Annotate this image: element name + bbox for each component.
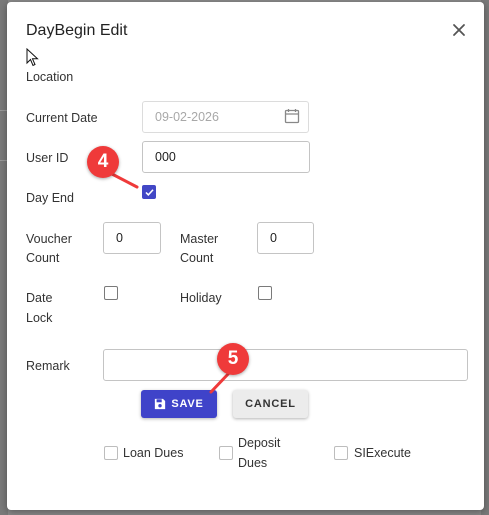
- checkmark-icon: [144, 188, 154, 196]
- cancel-button[interactable]: CANCEL: [233, 390, 308, 418]
- remark-label: Remark: [26, 359, 70, 373]
- close-icon[interactable]: [451, 22, 467, 38]
- date-lock-checkbox[interactable]: [104, 286, 118, 300]
- voucher-count-label-line1: Voucher: [26, 232, 72, 246]
- save-icon: [155, 398, 166, 410]
- deposit-dues-checkbox[interactable]: [219, 446, 233, 460]
- current-date-label: Current Date: [26, 111, 98, 125]
- holiday-label: Holiday: [180, 291, 222, 305]
- deposit-dues-label-line2: Dues: [238, 456, 268, 470]
- holiday-checkbox[interactable]: [258, 286, 272, 300]
- step-5-badge: 5: [217, 343, 249, 375]
- step-4-badge: 4: [87, 146, 119, 178]
- calendar-icon[interactable]: [284, 108, 300, 124]
- siexecute-checkbox[interactable]: [334, 446, 348, 460]
- master-count-label-line1: Master: [180, 232, 219, 246]
- deposit-dues-label-line1: Deposit: [238, 436, 281, 450]
- voucher-count-label-line2: Count: [26, 251, 60, 265]
- day-end-checkbox[interactable]: [142, 185, 156, 199]
- master-count-label-line2: Count: [180, 251, 214, 265]
- day-end-label: Day End: [26, 191, 74, 205]
- date-lock-label-line2: Lock: [26, 311, 53, 325]
- siexecute-label: SIExecute: [354, 446, 411, 460]
- user-id-input[interactable]: [142, 141, 310, 173]
- master-count-input[interactable]: [257, 222, 314, 254]
- day-begin-edit-dialog: DayBegin Edit Location Current Date User…: [7, 2, 484, 510]
- remark-input[interactable]: [103, 349, 468, 381]
- save-label: SAVE: [171, 398, 204, 410]
- loan-dues-label: Loan Dues: [123, 446, 184, 460]
- dialog-title: DayBegin Edit: [26, 22, 128, 39]
- save-button[interactable]: SAVE: [141, 390, 217, 418]
- current-date-field[interactable]: [142, 101, 309, 133]
- mouse-cursor-icon: [26, 48, 39, 67]
- location-label: Location: [26, 70, 74, 84]
- date-lock-label-line1: Date: [26, 291, 53, 305]
- loan-dues-checkbox[interactable]: [104, 446, 118, 460]
- voucher-count-input[interactable]: [103, 222, 161, 254]
- cancel-label: CANCEL: [245, 398, 296, 410]
- user-id-label: User ID: [26, 151, 69, 165]
